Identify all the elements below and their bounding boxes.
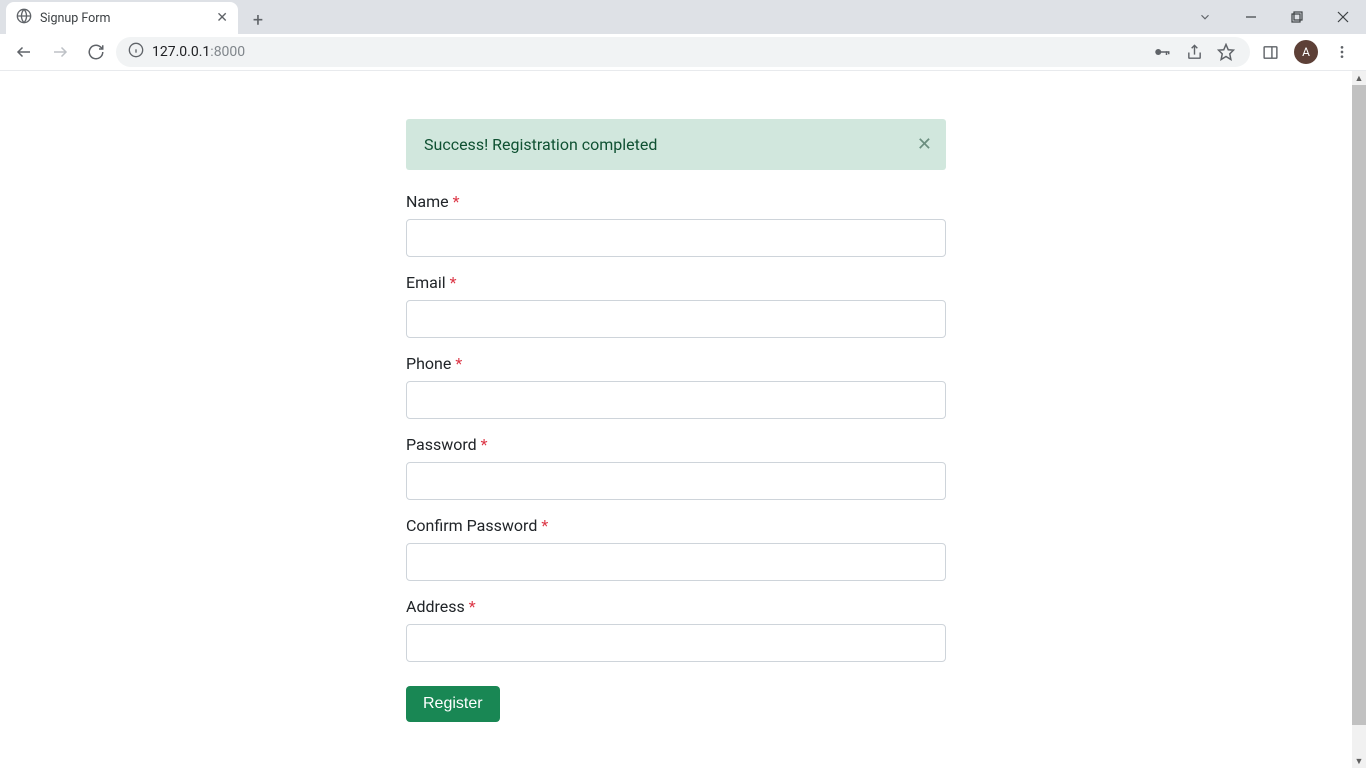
scroll-thumb[interactable] (1352, 85, 1366, 725)
required-marker: * (450, 273, 457, 292)
required-marker: * (453, 192, 460, 211)
email-field[interactable] (406, 300, 946, 338)
confirm-password-field[interactable] (406, 543, 946, 581)
menu-icon[interactable] (1326, 36, 1358, 68)
star-icon[interactable] (1214, 40, 1238, 64)
required-marker: * (469, 597, 476, 616)
tab-bar: Signup Form ✕ + (0, 0, 1366, 34)
window-controls (1182, 0, 1366, 34)
back-button[interactable] (8, 36, 40, 68)
field-label: Name * (406, 192, 946, 211)
name-field[interactable] (406, 219, 946, 257)
globe-icon (16, 8, 32, 28)
url-text: 127.0.0.1:8000 (152, 44, 1142, 60)
form-container: Success! Registration completed ✕ Name *… (406, 119, 946, 762)
form-group: Password * (406, 435, 946, 500)
register-button[interactable]: Register (406, 686, 500, 722)
chevron-down-icon[interactable] (1182, 0, 1228, 34)
page-scroll[interactable]: Success! Registration completed ✕ Name *… (0, 71, 1352, 768)
field-label: Password * (406, 435, 946, 454)
minimize-button[interactable] (1228, 0, 1274, 34)
reload-button[interactable] (80, 36, 112, 68)
required-marker: * (481, 435, 488, 454)
scrollbar[interactable]: ▲ ▼ (1352, 71, 1366, 768)
close-window-button[interactable] (1320, 0, 1366, 34)
share-icon[interactable] (1182, 40, 1206, 64)
password-field[interactable] (406, 462, 946, 500)
form-group: Phone * (406, 354, 946, 419)
scroll-down-arrow[interactable]: ▼ (1352, 754, 1366, 768)
alert-text: Success! Registration completed (424, 135, 657, 154)
close-icon[interactable]: ✕ (216, 10, 228, 26)
field-label: Email * (406, 273, 946, 292)
address-field[interactable] (406, 624, 946, 662)
side-panel-icon[interactable] (1254, 36, 1286, 68)
browser-tab[interactable]: Signup Form ✕ (6, 2, 238, 34)
alert-close-button[interactable]: ✕ (917, 136, 932, 154)
phone-field[interactable] (406, 381, 946, 419)
new-tab-button[interactable]: + (244, 6, 272, 34)
maximize-button[interactable] (1274, 0, 1320, 34)
scroll-up-arrow[interactable]: ▲ (1352, 71, 1366, 85)
info-icon[interactable] (128, 42, 144, 62)
form-group: Email * (406, 273, 946, 338)
form-group: Address * (406, 597, 946, 662)
browser-chrome: Signup Form ✕ + (0, 0, 1366, 71)
form-group: Name * (406, 192, 946, 257)
field-label: Phone * (406, 354, 946, 373)
viewport: Success! Registration completed ✕ Name *… (0, 71, 1366, 768)
forward-button[interactable] (44, 36, 76, 68)
required-marker: * (455, 354, 462, 373)
browser-toolbar: 127.0.0.1:8000 A (0, 34, 1366, 71)
required-marker: * (541, 516, 548, 535)
success-alert: Success! Registration completed ✕ (406, 119, 946, 170)
key-icon[interactable] (1150, 40, 1174, 64)
tab-title: Signup Form (40, 11, 208, 26)
field-label: Confirm Password * (406, 516, 946, 535)
form-group: Confirm Password * (406, 516, 946, 581)
avatar[interactable]: A (1294, 40, 1318, 64)
address-bar[interactable]: 127.0.0.1:8000 (116, 37, 1250, 67)
field-label: Address * (406, 597, 946, 616)
